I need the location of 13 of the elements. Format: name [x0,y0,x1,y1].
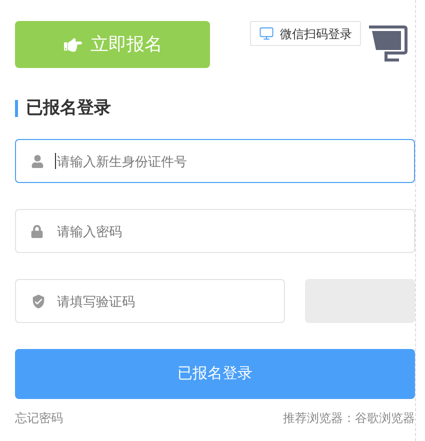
shield-icon [31,294,46,308]
forgot-password-link[interactable]: 忘记密码 [15,409,63,427]
lock-icon [31,224,43,238]
section-title: 已报名登录 [26,97,111,120]
input-field[interactable]: 请输入新生身份证件号 [15,139,415,183]
user-icon [31,154,44,168]
text-cursor [55,153,56,169]
browser-tip: 推荐浏览器：谷歌浏览器 [283,410,415,427]
qr-login-tab[interactable]: 微信扫码登录 [250,21,361,46]
pointing-hand-icon [62,36,82,54]
monitor-icon [259,26,274,41]
signup-button[interactable]: 立即报名 [15,21,210,68]
login-button[interactable]: 已报名登录 [15,349,415,399]
